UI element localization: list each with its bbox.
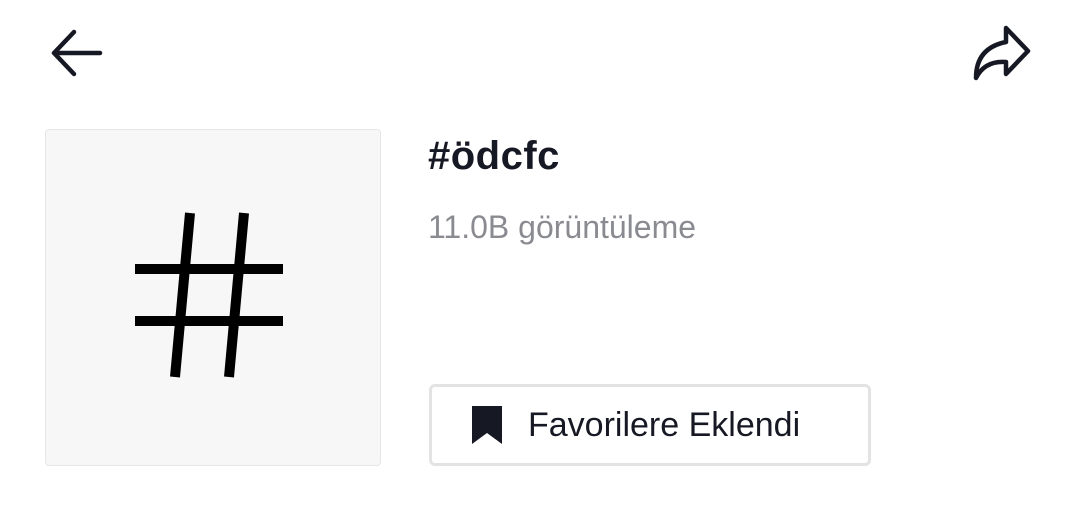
hashtag-icon [133, 210, 293, 385]
back-button[interactable] [44, 26, 108, 82]
view-count: 11.0B görüntüleme [428, 209, 697, 245]
bookmark-filled-icon [470, 405, 504, 445]
hashtag-title: #ödcfc [428, 134, 560, 178]
favorites-button-label: Favorilere Eklendi [528, 406, 801, 444]
share-icon [970, 24, 1032, 87]
favorites-button[interactable]: Favorilere Eklendi [429, 384, 871, 466]
share-button[interactable] [966, 24, 1036, 86]
hashtag-cover [45, 129, 381, 466]
back-arrow-icon [48, 24, 104, 85]
